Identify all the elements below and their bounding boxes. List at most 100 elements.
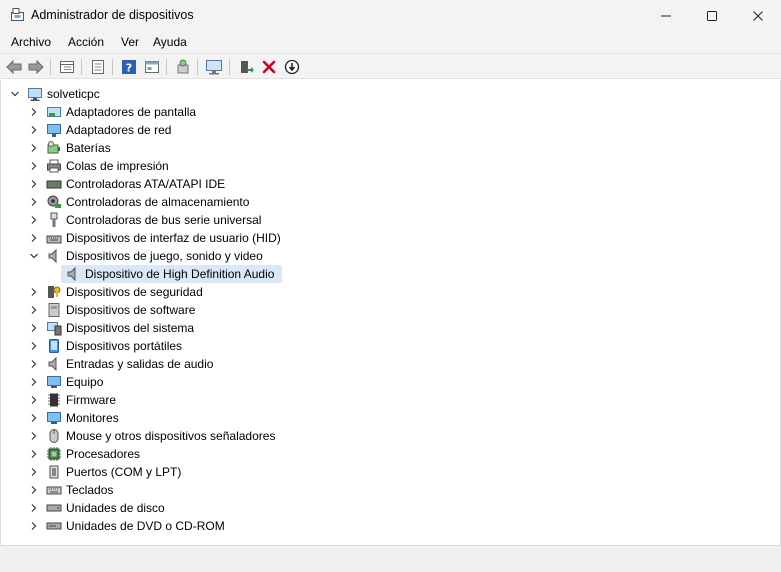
enable-device-icon [241,61,254,73]
tree-item-selected-label[interactable]: Dispositivo de High Definition Audio [85,265,274,283]
tree-item-label[interactable]: Adaptadores de pantalla [66,103,196,121]
tree-item-label[interactable]: Dispositivos de seguridad [66,283,203,301]
download-button[interactable] [283,58,301,76]
chevron-right-icon[interactable] [28,106,40,118]
tree-item-label[interactable]: Equipo [66,373,103,391]
tree-item-label[interactable]: Teclados [66,481,113,499]
tree-item-label[interactable]: Dispositivos de interfaz de usuario (HID… [66,229,281,247]
tree-item-label[interactable]: Puertos (COM y LPT) [66,463,181,481]
chevron-right-icon[interactable] [28,304,40,316]
tree-item-label[interactable]: Adaptadores de red [66,121,171,139]
svg-text:?: ? [126,62,132,75]
chevron-right-icon[interactable] [28,430,40,442]
tree-item-label[interactable]: Controladoras de almacenamiento [66,193,249,211]
chevron-right-icon[interactable] [28,358,40,370]
tree-item-label[interactable]: Mouse y otros dispositivos señaladores [66,427,275,445]
firmware-chip-icon [48,393,60,407]
forward-button[interactable] [27,58,45,76]
chevron-right-icon[interactable] [28,484,40,496]
download-icon [284,59,300,75]
chevron-right-icon[interactable] [28,178,40,190]
chevron-right-icon[interactable] [28,286,40,298]
tree-item-label[interactable]: Entradas y salidas de audio [66,355,213,373]
speaker-icon [67,266,76,282]
help-icon: ? [122,60,136,75]
menu-accion[interactable]: Acción [68,35,104,49]
chevron-down-icon[interactable] [28,250,40,262]
software-device-icon [48,303,60,317]
toolbar-separator [166,59,167,75]
help-button[interactable]: ? [120,58,138,76]
menu-bar: Archivo Acción Ver Ayuda [0,31,781,53]
back-button[interactable] [5,58,23,76]
tree-item-label[interactable]: Controladoras de bus serie universal [66,211,261,229]
tree-item-label[interactable]: Monitores [66,409,119,427]
scan-hardware-button[interactable] [205,58,223,76]
menu-ayuda[interactable]: Ayuda [153,35,187,49]
chevron-right-icon[interactable] [28,124,40,136]
minimize-icon [661,15,671,16]
chevron-right-icon[interactable] [28,376,40,388]
chevron-right-icon[interactable] [28,196,40,208]
speaker-icon [48,248,57,264]
back-arrow-icon [6,60,22,74]
toolbar-separator [112,59,113,75]
monitor-icon [47,376,61,388]
close-icon [753,10,763,21]
tree-item-label[interactable]: Dispositivos del sistema [66,319,194,337]
security-device-icon [48,286,61,298]
hid-icon [46,235,62,244]
network-adapter-icon [47,124,61,137]
chevron-right-icon[interactable] [28,160,40,172]
chevron-right-icon[interactable] [28,412,40,424]
chevron-right-icon[interactable] [28,214,40,226]
tree-item-label[interactable]: Baterías [66,139,111,157]
tree-item-label[interactable]: Dispositivos de software [66,301,195,319]
chevron-right-icon[interactable] [28,448,40,460]
close-button[interactable] [735,0,781,31]
toolbar-separator [81,59,82,75]
enable-device-button[interactable] [237,58,255,76]
update-driver-button[interactable] [174,58,192,76]
chevron-right-icon[interactable] [28,502,40,514]
toolbar-separator [197,59,198,75]
chevron-right-icon[interactable] [28,322,40,334]
uninstall-button[interactable] [260,58,278,76]
chevron-right-icon[interactable] [28,340,40,352]
device-list-button[interactable] [89,58,107,76]
processor-icon [47,447,61,461]
chevron-right-icon[interactable] [28,520,40,532]
device-tree: solveticpc Adaptadores de pantalla Adapt… [0,80,781,545]
speaker-icon [48,356,57,372]
device-manager-icon [11,8,24,21]
chevron-right-icon[interactable] [28,394,40,406]
window-title: Administrador de dispositivos [31,8,194,22]
menu-archivo[interactable]: Archivo [11,35,51,49]
title-bar: Administrador de dispositivos [0,0,781,31]
portable-device-icon [49,339,59,353]
chevron-right-icon[interactable] [28,466,40,478]
details-button[interactable] [143,58,161,76]
chevron-right-icon[interactable] [28,142,40,154]
chevron-right-icon[interactable] [28,232,40,244]
tree-item-label[interactable]: Firmware [66,391,116,409]
system-device-icon [47,322,62,336]
forward-arrow-icon [28,60,44,74]
tree-root-label[interactable]: solveticpc [47,85,100,103]
tree-item-label[interactable]: Unidades de DVD o CD-ROM [66,517,225,535]
tree-item-label[interactable]: Dispositivos portátiles [66,337,182,355]
computer-icon [28,88,42,101]
tree-item-label[interactable]: Dispositivos de juego, sonido y video [66,247,263,265]
maximize-button[interactable] [689,0,735,31]
display-adapter-icon [47,107,61,117]
tree-item-label[interactable]: Procesadores [66,445,140,463]
menu-ver[interactable]: Ver [121,35,139,49]
maximize-icon [707,10,717,21]
minimize-button[interactable] [643,0,689,31]
chevron-down-icon[interactable] [9,88,21,100]
tree-item-label[interactable]: Unidades de disco [66,499,165,517]
port-icon [49,465,59,479]
properties-grid-button[interactable] [58,58,76,76]
tree-item-label[interactable]: Colas de impresión [66,157,169,175]
tree-item-label[interactable]: Controladoras ATA/ATAPI IDE [66,175,225,193]
